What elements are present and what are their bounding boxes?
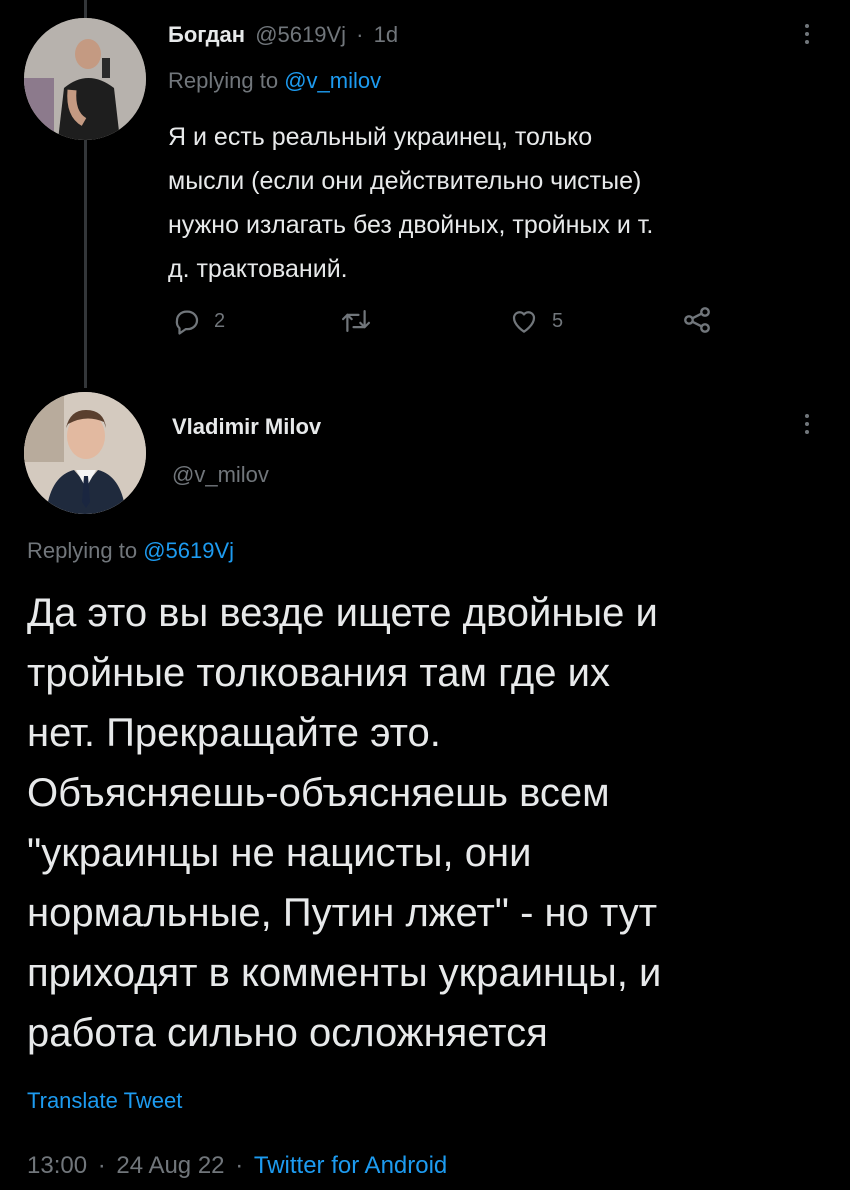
reply-count: 2 xyxy=(214,309,226,332)
author-name[interactable]: Vladimir Milov xyxy=(172,414,321,440)
author-handle[interactable]: @5619Vj xyxy=(255,22,346,47)
avatar-bogdan[interactable] xyxy=(24,18,146,140)
replying-to-link[interactable]: @5619Vj xyxy=(143,538,234,563)
avatar-milov[interactable] xyxy=(24,392,146,514)
text-line: нормальные, Путин лжет" - но тут xyxy=(27,891,658,935)
replying-to-link[interactable]: @v_milov xyxy=(284,68,381,93)
text-line: нужно излагать без двойных, тройных и т. xyxy=(168,211,654,239)
avatar-milov-image xyxy=(24,392,146,514)
meta-separator: · xyxy=(356,22,364,47)
avatar-bogdan-image xyxy=(24,18,146,140)
text-line: тройные толкования там где их xyxy=(27,651,610,695)
meta-separator: · xyxy=(97,1152,106,1179)
reply-icon xyxy=(175,310,199,335)
tweet-text: Я и есть реальный украинец, только мысли… xyxy=(168,115,653,291)
replying-to-prefix: Replying to xyxy=(27,538,138,563)
replying-to-prefix: Replying to xyxy=(168,68,279,93)
text-line: Объясняешь-объясняешь всем xyxy=(27,771,610,815)
tweet-date[interactable]: 24 Aug 22 xyxy=(116,1152,224,1179)
thread-line-connector xyxy=(84,140,87,388)
tweet-source-link[interactable]: Twitter for Android xyxy=(254,1152,447,1179)
tweet-text: Да это вы везде ищете двойные и тройные … xyxy=(27,583,661,1063)
share-icon xyxy=(684,307,710,333)
text-line: мысли (если они действительно чистые) xyxy=(168,167,642,195)
author-handle[interactable]: @v_milov xyxy=(172,462,269,488)
like-count: 5 xyxy=(552,309,564,332)
tweet-time[interactable]: 13:00 xyxy=(27,1152,87,1179)
retweet-icon xyxy=(341,310,371,332)
text-line: "украинцы не нацисты, они xyxy=(27,831,532,875)
text-line: нет. Прекращайте это. xyxy=(27,711,441,755)
text-line: д. трактований. xyxy=(168,255,348,283)
share-action[interactable] xyxy=(680,304,714,336)
tweet-timestamp: 13:00 · 24 Aug 22 · Twitter for Android xyxy=(27,1152,447,1180)
more-icon[interactable] xyxy=(805,414,811,434)
thread-line-top xyxy=(84,0,87,18)
text-line: Да это вы везде ищете двойные и xyxy=(27,591,658,635)
text-line: приходят в комменты украинцы, и xyxy=(27,951,662,995)
meta-separator: · xyxy=(235,1152,244,1179)
text-line: работа сильно осложняется xyxy=(27,1011,548,1055)
reply-action[interactable]: 2 xyxy=(172,306,225,336)
author-name[interactable]: Богдан xyxy=(168,22,245,47)
text-line: Я и есть реальный украинец, только xyxy=(168,123,593,151)
time-ago[interactable]: 1d xyxy=(374,22,398,47)
like-action[interactable]: 5 xyxy=(508,306,563,336)
retweet-action[interactable] xyxy=(340,306,372,336)
translate-tweet-link[interactable]: Translate Tweet xyxy=(27,1088,182,1114)
like-icon xyxy=(512,311,536,333)
more-icon[interactable] xyxy=(805,24,811,44)
